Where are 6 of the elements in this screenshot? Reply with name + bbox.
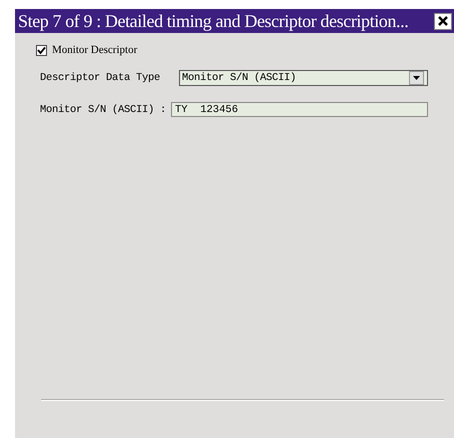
field-label: Descriptor Data Type xyxy=(40,72,162,84)
window-title: Step 7 of 9 : Detailed timing and Descriptor description... xyxy=(18,10,408,32)
checkbox-label: Monitor Descriptor xyxy=(52,44,138,56)
input-field[interactable]: TY 123456 xyxy=(171,102,428,117)
field-label: Monitor S/N (ASCII) : xyxy=(40,104,168,116)
dropdown-field[interactable]: Monitor S/N (ASCII) xyxy=(179,70,428,86)
